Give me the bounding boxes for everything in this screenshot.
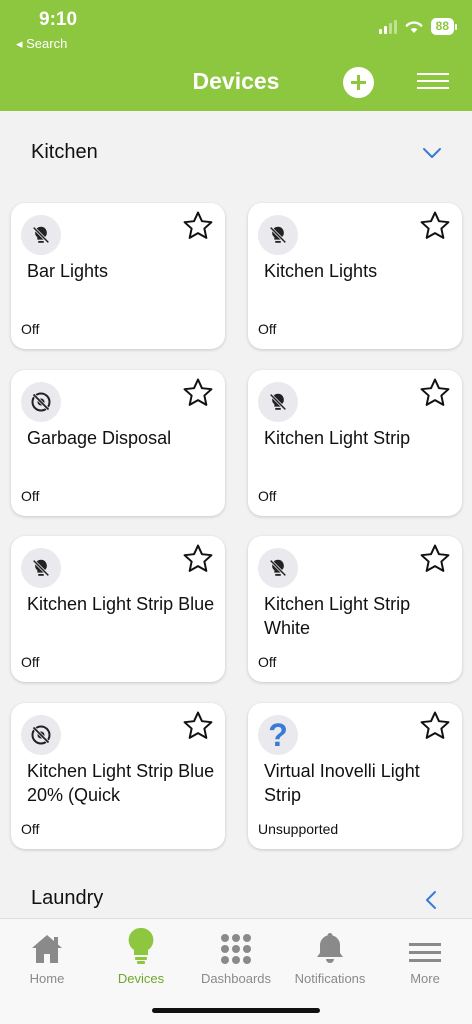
hamburger-menu-button[interactable] [417, 73, 449, 93]
device-card[interactable]: Bar Lights Off [11, 203, 225, 349]
favorite-star-icon[interactable] [181, 209, 215, 243]
bell-icon [283, 927, 377, 965]
hamburger-icon [378, 927, 472, 965]
device-status: Off [258, 321, 277, 337]
nav-home-label: Home [29, 971, 65, 986]
device-card[interactable]: ? Virtual Inovelli Light Strip Unsupported [248, 703, 462, 849]
favorite-star-icon[interactable] [181, 376, 215, 410]
device-name: Kitchen Light Strip [264, 428, 411, 448]
back-to-search-link[interactable]: ◂ Search [16, 36, 67, 52]
section-title-kitchen[interactable]: Kitchen [31, 141, 98, 164]
device-name: Kitchen Lights [264, 261, 378, 281]
device-name: Garbage Disposal [27, 428, 172, 448]
favorite-star-icon[interactable] [418, 709, 452, 743]
nav-devices-label: Devices [117, 971, 165, 986]
wifi-icon [405, 21, 423, 33]
nav-more[interactable]: More [378, 927, 472, 986]
nav-home[interactable]: Home [0, 927, 94, 986]
device-card[interactable]: Kitchen Light Strip Off [248, 370, 462, 516]
device-status: Off [21, 321, 40, 337]
favorite-star-icon[interactable] [181, 542, 215, 576]
light-off-icon[interactable] [258, 382, 298, 422]
device-card[interactable]: Kitchen Lights Off [248, 203, 462, 349]
nav-dashboards[interactable]: Dashboards [189, 927, 283, 986]
nav-dashboards-label: Dashboards [200, 971, 272, 986]
chevron-left-icon[interactable] [424, 890, 438, 910]
device-card[interactable]: Kitchen Light Strip Blue Off [11, 536, 225, 682]
cellular-signal-icon [378, 19, 397, 34]
favorite-star-icon[interactable] [181, 709, 215, 743]
bulb-icon [94, 927, 188, 965]
device-card[interactable]: Garbage Disposal Off [11, 370, 225, 516]
switch-off-icon[interactable] [21, 382, 61, 422]
device-name: Virtual Inovelli Light Strip [264, 761, 420, 805]
favorite-star-icon[interactable] [418, 376, 452, 410]
light-off-icon[interactable] [21, 215, 61, 255]
status-time: 9:10 [39, 9, 78, 30]
light-off-icon[interactable] [258, 215, 298, 255]
question-icon[interactable]: ? [258, 715, 298, 755]
home-icon [0, 927, 94, 965]
question-mark-glyph: ? [268, 717, 288, 753]
device-status: Off [258, 488, 277, 504]
nav-devices[interactable]: Devices [94, 927, 188, 986]
battery-indicator: 88 [430, 18, 458, 35]
page-title: Devices [192, 68, 280, 94]
device-status: Unsupported [258, 821, 339, 837]
device-status: Off [21, 654, 40, 670]
nav-notifications[interactable]: Notifications [283, 927, 377, 986]
switch-off-icon[interactable] [21, 715, 61, 755]
device-name: Kitchen Light Strip White [264, 594, 411, 638]
light-off-icon[interactable] [258, 548, 298, 588]
add-device-button[interactable] [343, 67, 374, 98]
device-card[interactable]: Kitchen Light Strip White Off [248, 536, 462, 682]
device-status: Off [258, 654, 277, 670]
favorite-star-icon[interactable] [418, 542, 452, 576]
device-card[interactable]: Kitchen Light Strip Blue 20% (Quick Off [11, 703, 225, 849]
device-status: Off [21, 488, 40, 504]
app-header: 9:10 ◂ Search 88 Devices [0, 0, 472, 111]
chevron-down-icon[interactable] [422, 146, 442, 160]
grid-icon [189, 927, 283, 965]
home-indicator [152, 1008, 320, 1013]
status-indicators: 88 [378, 18, 458, 35]
nav-notifications-label: Notifications [294, 971, 366, 986]
nav-more-label: More [410, 971, 440, 986]
light-off-icon[interactable] [21, 548, 61, 588]
section-title-laundry[interactable]: Laundry [31, 887, 103, 910]
device-status: Off [21, 821, 40, 837]
device-name: Bar Lights [27, 261, 109, 281]
device-name: Kitchen Light Strip Blue [27, 594, 215, 614]
device-name: Kitchen Light Strip Blue 20% (Quick [27, 761, 215, 805]
favorite-star-icon[interactable] [418, 209, 452, 243]
